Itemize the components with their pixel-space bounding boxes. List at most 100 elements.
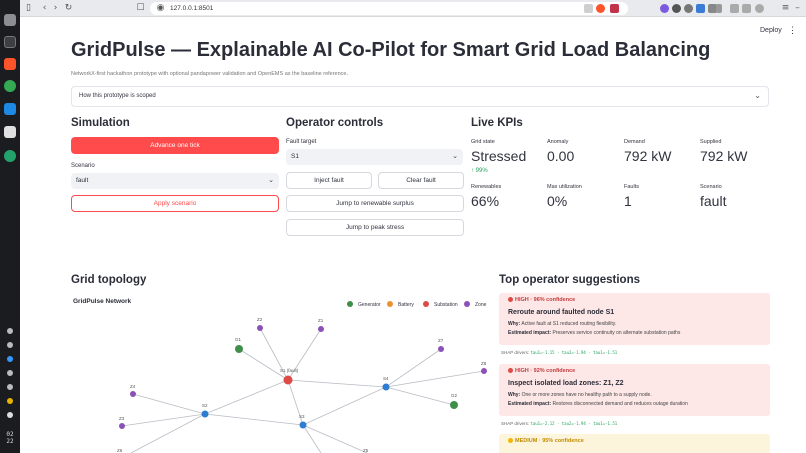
system-clock: 02 22 <box>6 431 14 445</box>
fault-target-label: Fault target <box>286 139 317 145</box>
node-generator-g2[interactable] <box>450 401 458 409</box>
scope-expander[interactable]: How this prototype is scoped ⌄ <box>71 86 769 107</box>
terminal-app-icon[interactable] <box>4 36 16 48</box>
bookmark-icon[interactable]: ☐ <box>135 3 146 14</box>
forward-icon[interactable]: › <box>50 3 61 14</box>
github-icon[interactable] <box>7 412 13 418</box>
node-label: Z2 <box>257 317 263 322</box>
kpi-value: 0.00 <box>547 148 575 164</box>
page-subtitle: NetworkX-first hackathon prototype with … <box>71 71 348 77</box>
split-view-icon[interactable] <box>716 4 722 13</box>
inject-fault-button[interactable]: Inject fault <box>286 172 372 189</box>
network-icon[interactable] <box>7 342 13 348</box>
vscode-app-icon[interactable] <box>4 103 16 115</box>
operator-controls-heading: Operator controls <box>286 117 384 129</box>
gitkraken-app-icon[interactable] <box>4 150 16 162</box>
chrome-browser-icon[interactable] <box>4 80 16 92</box>
node-label: G1 <box>235 337 242 342</box>
extension-icon[interactable] <box>584 4 593 13</box>
scenario-select[interactable]: fault ⌄ <box>71 173 279 189</box>
main-menu-icon[interactable]: ⋮ <box>788 25 797 36</box>
node-bus-s2[interactable] <box>201 410 209 418</box>
extension-icon[interactable] <box>684 4 693 13</box>
alert-dot-icon <box>508 368 513 374</box>
legend-marker-zone <box>464 301 470 307</box>
node-generator-g1[interactable] <box>235 345 243 353</box>
chevron-down-icon: ⌄ <box>268 177 274 184</box>
settings-icon[interactable] <box>7 398 13 404</box>
warning-dot-icon <box>508 438 513 444</box>
node-zone-z3[interactable] <box>119 423 125 429</box>
fault-target-select[interactable]: S1 ⌄ <box>286 149 463 165</box>
grid-topology-heading: Grid topology <box>71 274 147 286</box>
node-bus-s3[interactable] <box>299 421 307 429</box>
clear-fault-button[interactable]: Clear fault <box>378 172 464 189</box>
kpi-value: 66% <box>471 193 500 209</box>
kpi-label: Demand <box>624 139 645 145</box>
battery-icon[interactable] <box>7 384 13 390</box>
node-label: S1 (fault) <box>280 368 299 373</box>
trash-icon[interactable] <box>7 328 13 334</box>
files-app-icon[interactable] <box>4 14 16 26</box>
node-label: Z7 <box>438 338 444 343</box>
sidebar-toggle-icon[interactable]: ▯ <box>23 3 34 14</box>
edge <box>385 348 442 388</box>
kpi-label: Renewables <box>471 184 502 190</box>
node-substation-s1[interactable] <box>283 375 293 385</box>
brave-shields-icon[interactable] <box>596 4 605 13</box>
extension-icon[interactable] <box>696 4 705 13</box>
volume-icon[interactable] <box>7 356 13 362</box>
peak-stress-button[interactable]: Jump to peak stress <box>286 219 464 236</box>
url-text[interactable]: 127.0.0.1:8501 <box>170 2 213 15</box>
node-zone-z1[interactable] <box>318 326 324 332</box>
bluetooth-icon[interactable] <box>7 370 13 376</box>
renewable-surplus-button[interactable]: Jump to renewable surplus <box>286 195 464 212</box>
wallet-icon[interactable] <box>730 4 739 13</box>
kpi-delta-value: 99% <box>475 168 488 174</box>
suggestion-shap-drivers: SHAP drivers: tau1=-1.15 · tau2=-1.94 · … <box>501 350 618 355</box>
node-label: Z5 <box>363 448 369 453</box>
suggestion-priority: HIGH · 92% confidence <box>508 368 761 374</box>
reload-icon[interactable]: ↻ <box>63 3 74 14</box>
extension-icon[interactable] <box>672 4 681 13</box>
suggestion-why: Why: One or more zones have no healthy p… <box>508 392 652 398</box>
back-icon[interactable]: ‹ <box>39 3 50 14</box>
rewards-icon[interactable] <box>610 4 619 13</box>
page-title: GridPulse — Explainable AI Co-Pilot for … <box>71 39 711 61</box>
legend-label: Substation <box>434 302 458 308</box>
kpi-value: 792 kW <box>624 148 672 164</box>
grid-topology-chart[interactable]: GridPulse Network Generator Battery Subs… <box>71 292 494 453</box>
node-zone-z4[interactable] <box>130 391 136 397</box>
chart-title: GridPulse Network <box>73 298 132 305</box>
node-zone-z8[interactable] <box>481 368 487 374</box>
extension-icon[interactable] <box>660 4 669 13</box>
profile-icon[interactable] <box>755 4 764 13</box>
downloads-icon[interactable] <box>742 4 751 13</box>
suggestion-priority: MEDIUM · 95% confidence <box>508 438 761 444</box>
legend-marker-generator <box>347 301 353 307</box>
deploy-button[interactable]: Deploy <box>760 27 782 34</box>
browser-menu-icon[interactable]: ≡ <box>780 3 791 14</box>
edge <box>132 393 206 415</box>
browser-window: ▯ ‹ › ↻ ☐ ◉ 127.0.0.1:8501 ≡ – Deploy ⋮ … <box>20 0 806 453</box>
site-info-icon[interactable]: ◉ <box>155 3 166 14</box>
kpi-delta: ↑ 99% <box>471 168 488 174</box>
kpi-value: fault <box>700 193 727 209</box>
edge <box>287 379 387 388</box>
node-zone-z2[interactable] <box>257 325 263 331</box>
apply-scenario-button[interactable]: Apply scenario <box>71 195 279 212</box>
kpi-label: Anomaly <box>547 139 569 145</box>
alert-dot-icon <box>508 297 513 303</box>
address-bar[interactable]: ◉ 127.0.0.1:8501 <box>150 2 628 15</box>
brave-browser-icon[interactable] <box>4 58 16 70</box>
node-zone-z7[interactable] <box>438 346 444 352</box>
scenario-label: Scenario <box>71 163 95 169</box>
notes-app-icon[interactable] <box>4 126 16 138</box>
minimize-icon[interactable]: – <box>792 3 803 14</box>
advance-tick-button[interactable]: Advance one tick <box>71 137 279 154</box>
kpi-value: 1 <box>624 193 632 209</box>
node-bus-s4[interactable] <box>382 383 390 391</box>
topology-nodes: S1 (fault) Z1 Z2 G1 S4 Z7 Z8 G2 Z4 S2 Z3… <box>117 317 487 453</box>
suggestion-card: HIGH · 96% confidence Reroute around fau… <box>499 293 770 345</box>
kpi-label: Grid state <box>471 139 495 145</box>
